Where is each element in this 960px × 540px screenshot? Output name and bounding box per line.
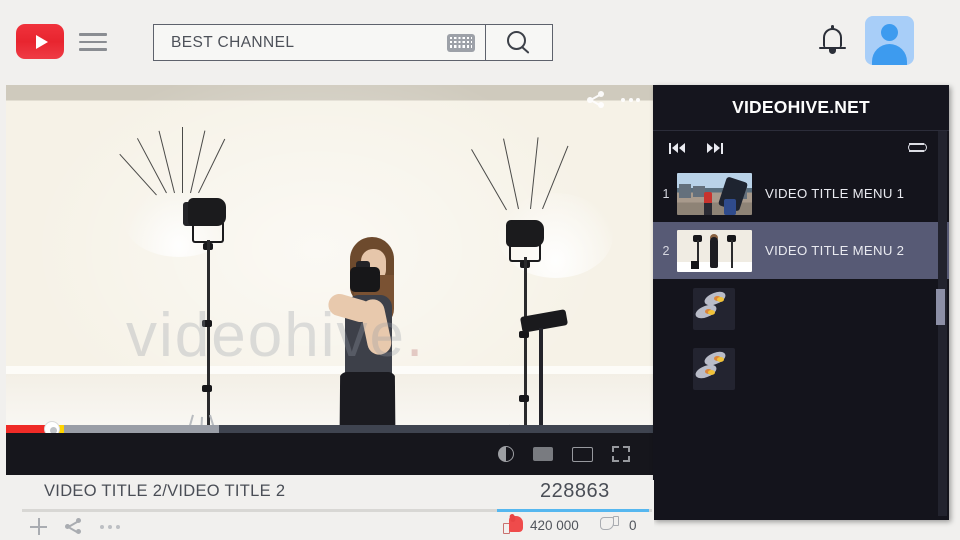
top-header-bar: BEST CHANNEL <box>0 0 960 85</box>
playlist-item-number: 1 <box>662 186 670 201</box>
video-progress-bar[interactable] <box>6 421 654 437</box>
user-avatar-icon[interactable] <box>865 16 914 65</box>
filled-rectangle-icon[interactable] <box>533 447 553 461</box>
half-circle-icon[interactable] <box>498 446 514 462</box>
video-action-buttons <box>30 518 120 535</box>
street-scene-thumbnail <box>677 172 752 215</box>
video-overlay-actions <box>587 91 640 109</box>
bell-icon[interactable] <box>818 25 848 58</box>
placeholder-thumbnail <box>693 288 735 330</box>
thumbs-up-icon <box>503 513 523 534</box>
like-button[interactable]: 420 000 <box>503 513 579 534</box>
dislike-count: 0 <box>629 517 637 533</box>
video-info-panel: VIDEO TITLE 2/VIDEO TITLE 2 228863 420 0… <box>0 480 654 540</box>
thumbs-down-icon <box>600 516 619 534</box>
video-controls-bar <box>6 433 654 475</box>
video-player[interactable]: videohive. <box>6 85 654 475</box>
like-count: 420 000 <box>530 517 579 533</box>
plus-add-icon[interactable] <box>30 518 47 535</box>
placeholder-thumbnail <box>693 348 735 390</box>
dislike-button[interactable]: 0 <box>600 516 637 534</box>
sidebar-scrollbar-track[interactable] <box>936 131 947 516</box>
video-frame: videohive. <box>6 85 654 475</box>
playlist-sidebar: VIDEOHIVE.NET 1 VIDEO TITLE MENU 1 2 VID… <box>653 85 949 520</box>
view-count: 228863 <box>540 480 610 502</box>
fullscreen-icon[interactable] <box>612 446 630 462</box>
search-bar: BEST CHANNEL <box>153 24 553 61</box>
studio-light-left <box>188 198 226 226</box>
next-track-icon[interactable] <box>707 142 724 154</box>
playlist-item-1[interactable]: 1 VIDEO TITLE MENU 1 <box>653 165 949 222</box>
loop-repeat-icon[interactable] <box>908 141 927 155</box>
share-icon[interactable] <box>65 518 82 535</box>
outlined-rectangle-icon[interactable] <box>572 446 593 462</box>
rating-bar-fill <box>497 509 649 512</box>
magnifier-icon <box>507 30 531 55</box>
previous-track-icon[interactable] <box>669 142 686 154</box>
play-triangle-icon <box>35 34 48 49</box>
rating-bar-track <box>22 509 652 512</box>
video-watermark: videohive. <box>126 301 426 370</box>
hamburger-menu-icon[interactable] <box>79 33 107 51</box>
sidebar-header: VIDEOHIVE.NET <box>653 85 949 131</box>
search-input-value: BEST CHANNEL <box>171 33 295 51</box>
sidebar-title: VIDEOHIVE.NET <box>732 97 870 117</box>
playlist-item-label: VIDEO TITLE MENU 1 <box>765 186 905 201</box>
studio-light-right <box>506 220 544 247</box>
playlist-item-4[interactable] <box>653 339 949 399</box>
sidebar-scrollbar-thumb[interactable] <box>936 289 945 325</box>
keyboard-icon[interactable] <box>447 34 475 52</box>
playlist-item-2[interactable]: 2 VIDEO TITLE MENU 2 <box>653 222 949 279</box>
more-options-icon[interactable] <box>621 98 640 102</box>
playlist-nav-controls <box>653 131 949 165</box>
share-icon[interactable] <box>587 91 605 109</box>
more-options-icon[interactable] <box>100 524 120 529</box>
studio-scene-thumbnail <box>677 229 752 272</box>
playlist-item-3[interactable] <box>653 279 949 339</box>
playlist-item-label: VIDEO TITLE MENU 2 <box>765 243 905 258</box>
search-input[interactable]: BEST CHANNEL <box>153 24 486 61</box>
playlist-item-number: 2 <box>662 243 670 258</box>
app-root: BEST CHANNEL videohive. VIDEOHIVE.NET 1 … <box>0 0 960 540</box>
page-title: VIDEO TITLE 2/VIDEO TITLE 2 <box>44 482 286 500</box>
search-button[interactable] <box>486 24 553 61</box>
youtube-play-logo[interactable] <box>16 24 64 59</box>
